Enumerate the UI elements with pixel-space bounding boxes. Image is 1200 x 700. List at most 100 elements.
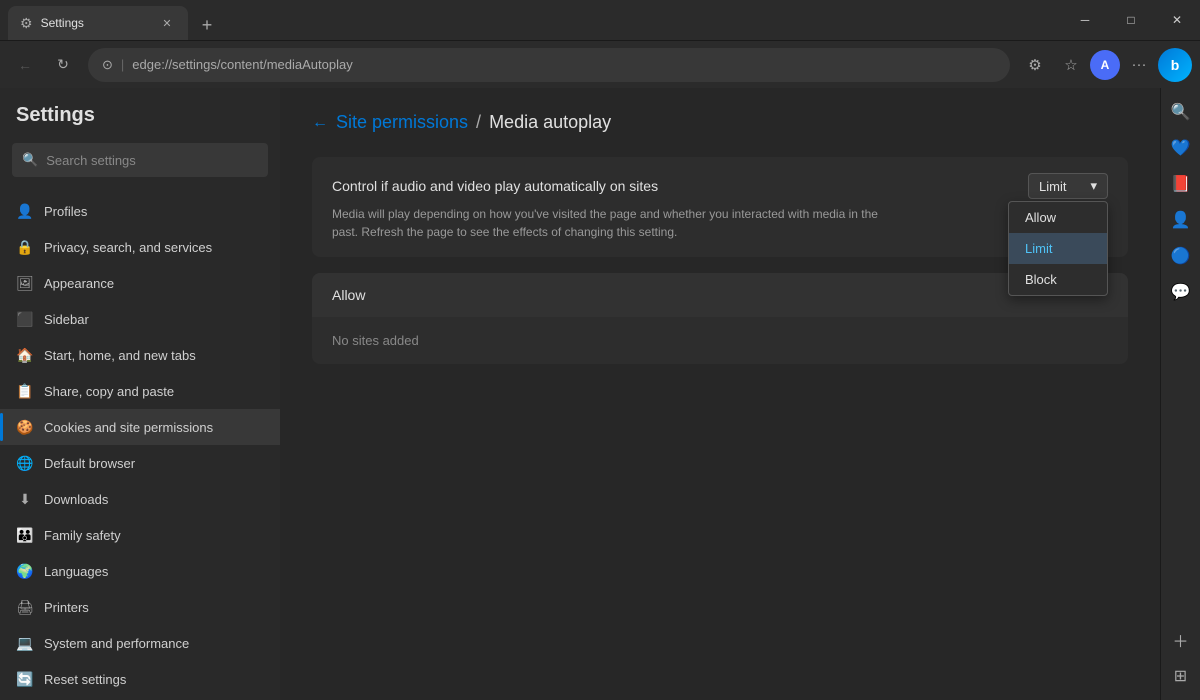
left-sidebar: Settings 🔍 👤 Profiles 🔒 Privacy, search, an… <box>0 88 280 700</box>
sidebar-item-default-browser[interactable]: 🌐 Default browser <box>0 445 280 481</box>
autoplay-dropdown-container: Limit ▾ Allow Limit Block <box>1028 173 1108 199</box>
tab-icon: ⚙ <box>20 15 33 32</box>
sidebar-item-printers[interactable]: 🖨 Printers <box>0 589 280 625</box>
card-header: Control if audio and video play automati… <box>332 173 1108 199</box>
default-browser-icon: 🌐 <box>16 454 34 472</box>
navbar: ← ↻ ⊙ | edge://settings/content/mediaAut… <box>0 40 1200 88</box>
sidebar-item-family[interactable]: 👪Family safety <box>0 517 280 553</box>
sidebar-item-label-downloads: Downloads <box>44 492 108 507</box>
more-options-button[interactable]: ··· <box>1122 48 1156 82</box>
tabs-area: ⚙ Settings ✕ + <box>0 0 1062 40</box>
sidebar-item-appearance[interactable]: 🖼 Appearance <box>0 265 280 301</box>
sidebar-item-languages[interactable]: 🌍 Languages <box>0 553 280 589</box>
breadcrumb-back-button[interactable]: ← <box>312 114 328 132</box>
allow-section-body: No sites added <box>312 317 1128 364</box>
sidebar-item-share-copy[interactable]: 📋Share, copy and paste <box>0 373 280 409</box>
sidebar-item-label-sidebar: Sidebar <box>44 312 89 327</box>
minimize-button[interactable]: ─ <box>1062 0 1108 40</box>
share-copy-icon: 📋 <box>16 382 34 400</box>
titlebar: ⚙ Settings ✕ + ─ □ ✕ <box>0 0 1200 40</box>
sidebar-search-button[interactable]: 🔍 <box>1165 96 1197 128</box>
dropdown-selected-label: Limit <box>1039 179 1066 194</box>
sidebar-item-label-system: System and performance <box>44 636 189 651</box>
sidebar-item-sidebar[interactable]: ⬛ Sidebar <box>0 301 280 337</box>
right-sidebar: 🔍 💙 📕 👤 🔵 💬 ＋ ⊞ <box>1160 88 1200 700</box>
appearance-icon: 🖼 <box>16 274 34 292</box>
bing-button[interactable]: b <box>1158 48 1192 82</box>
dropdown-arrow-icon: ▾ <box>1090 178 1097 194</box>
allow-section-header: Allow <box>312 273 1128 317</box>
profiles-icon: 👤 <box>16 202 34 220</box>
profile-button[interactable]: A <box>1090 50 1120 80</box>
sidebar-item-privacy[interactable]: 🔒 Privacy, search, and services <box>0 229 280 265</box>
sidebar-item-downloads[interactable]: ⬇ Downloads <box>0 481 280 517</box>
address-separator: | <box>121 57 124 72</box>
sidebar-item-label-languages: Languages <box>44 564 108 579</box>
start-home-icon: 🏠 <box>16 346 34 364</box>
nav-actions: ⚙ ☆ A ··· b <box>1018 48 1192 82</box>
new-tab-button[interactable]: + <box>192 10 222 40</box>
sidebar-item-label-appearance: Appearance <box>44 276 114 291</box>
printers-icon: 🖨 <box>16 598 34 616</box>
edge-logo-icon: ⊙ <box>102 57 113 73</box>
search-input[interactable] <box>46 153 258 168</box>
search-box[interactable]: 🔍 <box>12 143 268 177</box>
search-icon: 🔍 <box>22 152 38 168</box>
sidebar-favorites-button[interactable]: 💙 <box>1165 132 1197 164</box>
close-window-button[interactable]: ✕ <box>1154 0 1200 40</box>
sidebar-item-cookies[interactable]: 🍪 Cookies and site permissions <box>0 409 280 445</box>
reset-icon: 🔄 <box>16 670 34 688</box>
maximize-button[interactable]: □ <box>1108 0 1154 40</box>
dropdown-option-allow[interactable]: Allow <box>1009 202 1107 233</box>
dropdown-option-limit[interactable]: Limit <box>1009 233 1107 264</box>
sidebar-icon: ⬛ <box>16 310 34 328</box>
sidebar-item-profiles[interactable]: 👤 Profiles <box>0 193 280 229</box>
settings-icon-btn[interactable]: ⚙ <box>1018 48 1052 82</box>
card-title: Control if audio and video play automati… <box>332 178 658 194</box>
sidebar-item-label-default-browser: Default browser <box>44 456 135 471</box>
sidebar-edge-button[interactable]: 🔵 <box>1165 240 1197 272</box>
sidebar-item-label-privacy: Privacy, search, and services <box>44 240 212 255</box>
sidebar-item-label-reset: Reset settings <box>44 672 126 687</box>
sidebar-profile-button[interactable]: 👤 <box>1165 204 1197 236</box>
favorites-icon-btn[interactable]: ☆ <box>1054 48 1088 82</box>
address-url: edge://settings/content/mediaAutoplay <box>132 57 996 72</box>
breadcrumb-link[interactable]: Site permissions <box>336 112 468 133</box>
close-tab-button[interactable]: ✕ <box>158 14 176 32</box>
sidebar-reading-button[interactable]: 📕 <box>1165 168 1197 200</box>
breadcrumb-separator: / <box>476 112 481 133</box>
sidebar-add-button[interactable]: ＋ <box>1165 624 1197 656</box>
allow-section: Allow No sites added <box>312 273 1128 364</box>
main-layout: Settings 🔍 👤 Profiles 🔒 Privacy, search, an… <box>0 88 1200 700</box>
sidebar-chat-button[interactable]: 💬 <box>1165 276 1197 308</box>
privacy-icon: 🔒 <box>16 238 34 256</box>
sidebar-item-system[interactable]: 💻 System and performance <box>0 625 280 661</box>
autoplay-dropdown-menu: Allow Limit Block <box>1008 201 1108 296</box>
sidebar-item-label-cookies: Cookies and site permissions <box>44 420 213 435</box>
autoplay-control-card: Control if audio and video play automati… <box>312 157 1128 257</box>
dropdown-option-block[interactable]: Block <box>1009 264 1107 295</box>
system-icon: 💻 <box>16 634 34 652</box>
sidebar-item-label-printers: Printers <box>44 600 89 615</box>
refresh-button[interactable]: ↻ <box>46 48 80 82</box>
cookies-icon: 🍪 <box>16 418 34 436</box>
downloads-icon: ⬇ <box>16 490 34 508</box>
back-button: ← <box>8 48 42 82</box>
tab-title: Settings <box>41 16 150 30</box>
card-description: Media will play depending on how you've … <box>332 205 882 241</box>
sidebar-expand-button[interactable]: ⊞ <box>1165 660 1197 692</box>
settings-area: Settings 🔍 👤 Profiles 🔒 Privacy, search, an… <box>0 88 1160 700</box>
languages-icon: 🌍 <box>16 562 34 580</box>
sidebar-item-start-home[interactable]: 🏠 Start, home, and new tabs <box>0 337 280 373</box>
address-bar[interactable]: ⊙ | edge://settings/content/mediaAutopla… <box>88 48 1010 82</box>
sidebar-nav: 👤 Profiles 🔒 Privacy, search, and services 🖼… <box>0 193 280 700</box>
sidebar-item-reset[interactable]: 🔄 Reset settings <box>0 661 280 697</box>
settings-tab[interactable]: ⚙ Settings ✕ <box>8 6 188 40</box>
sidebar-item-label-profiles: Profiles <box>44 204 87 219</box>
autoplay-dropdown-button[interactable]: Limit ▾ <box>1028 173 1108 199</box>
breadcrumb: ← Site permissions / Media autoplay <box>312 112 1128 133</box>
sidebar-item-label-start-home: Start, home, and new tabs <box>44 348 196 363</box>
family-icon: 👪 <box>16 526 34 544</box>
sidebar-title: Settings <box>0 104 280 143</box>
breadcrumb-current: Media autoplay <box>489 112 611 133</box>
